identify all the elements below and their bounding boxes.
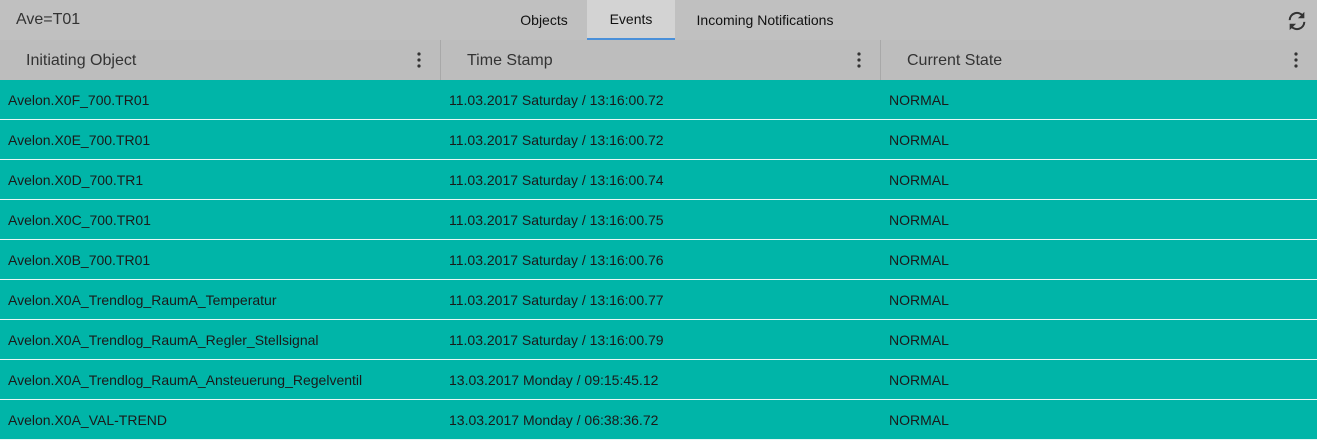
table-row[interactable]: Avelon.X0A_Trendlog_RaumA_Regler_Stellsi… — [0, 320, 1317, 360]
initiating-object-cell: Avelon.X0B_700.TR01 — [8, 251, 151, 268]
table-row[interactable]: Avelon.X0A_VAL-TREND 13.03.2017 Monday /… — [0, 400, 1317, 440]
current-state-cell: NORMAL — [889, 331, 949, 348]
current-state-cell: NORMAL — [889, 411, 949, 428]
column-header-label: Time Stamp — [467, 52, 553, 69]
time-stamp-cell: 13.03.2017 Monday / 06:38:36.72 — [449, 411, 659, 428]
time-stamp-cell: 11.03.2017 Saturday / 13:16:00.77 — [449, 291, 664, 308]
more-vert-icon[interactable] — [856, 52, 862, 68]
table-row[interactable]: Avelon.X0D_700.TR1 11.03.2017 Saturday /… — [0, 160, 1317, 200]
initiating-object-cell: Avelon.X0A_Trendlog_RaumA_Temperatur — [8, 291, 277, 308]
table-row[interactable]: Avelon.X0B_700.TR01 11.03.2017 Saturday … — [0, 240, 1317, 280]
initiating-object-cell: Avelon.X0F_700.TR01 — [8, 91, 150, 108]
table-row[interactable]: Avelon.X0E_700.TR01 11.03.2017 Saturday … — [0, 120, 1317, 160]
time-stamp-cell: 11.03.2017 Saturday / 13:16:00.79 — [449, 331, 664, 348]
top-bar: Ave=T01 Objects Events Incoming Notifica… — [0, 0, 1317, 40]
table-header: Initiating Object Time Stamp Current Sta… — [0, 40, 1317, 80]
current-state-cell: NORMAL — [889, 91, 949, 108]
current-state-cell: NORMAL — [889, 251, 949, 268]
tab-objects[interactable]: Objects — [501, 0, 587, 40]
more-vert-icon[interactable] — [1293, 52, 1299, 68]
current-state-cell: NORMAL — [889, 171, 949, 188]
column-header-initiating-object[interactable]: Initiating Object — [0, 40, 441, 80]
initiating-object-cell: Avelon.X0E_700.TR01 — [8, 131, 151, 148]
tab-incoming-notifications[interactable]: Incoming Notifications — [675, 0, 855, 40]
current-state-cell: NORMAL — [889, 211, 949, 228]
refresh-icon[interactable] — [1286, 10, 1308, 32]
time-stamp-cell: 11.03.2017 Saturday / 13:16:00.72 — [449, 131, 664, 148]
table-row[interactable]: Avelon.X0A_Trendlog_RaumA_Ansteuerung_Re… — [0, 360, 1317, 400]
tab-bar: Objects Events Incoming Notifications — [501, 0, 855, 40]
column-header-label: Current State — [907, 52, 1003, 69]
initiating-object-cell: Avelon.X0A_Trendlog_RaumA_Ansteuerung_Re… — [8, 371, 363, 388]
column-header-time-stamp[interactable]: Time Stamp — [441, 40, 881, 80]
current-state-cell: NORMAL — [889, 291, 949, 308]
initiating-object-cell: Avelon.X0C_700.TR01 — [8, 211, 151, 228]
time-stamp-cell: 11.03.2017 Saturday / 13:16:00.75 — [449, 211, 664, 228]
events-table-body: Avelon.X0F_700.TR01 11.03.2017 Saturday … — [0, 80, 1317, 440]
table-row[interactable]: Avelon.X0F_700.TR01 11.03.2017 Saturday … — [0, 80, 1317, 120]
initiating-object-cell: Avelon.X0A_Trendlog_RaumA_Regler_Stellsi… — [8, 331, 319, 348]
column-header-label: Initiating Object — [26, 52, 137, 69]
time-stamp-cell: 11.03.2017 Saturday / 13:16:00.74 — [449, 171, 664, 188]
time-stamp-cell: 11.03.2017 Saturday / 13:16:00.76 — [449, 251, 664, 268]
current-state-cell: NORMAL — [889, 371, 949, 388]
column-header-current-state[interactable]: Current State — [881, 40, 1317, 80]
initiating-object-cell: Avelon.X0D_700.TR1 — [8, 171, 144, 188]
initiating-object-cell: Avelon.X0A_VAL-TREND — [8, 411, 167, 428]
current-state-cell: NORMAL — [889, 131, 949, 148]
table-row[interactable]: Avelon.X0A_Trendlog_RaumA_Temperatur 11.… — [0, 280, 1317, 320]
table-row[interactable]: Avelon.X0C_700.TR01 11.03.2017 Saturday … — [0, 200, 1317, 240]
app-title: Ave=T01 — [16, 11, 81, 28]
time-stamp-cell: 11.03.2017 Saturday / 13:16:00.72 — [449, 91, 664, 108]
time-stamp-cell: 13.03.2017 Monday / 09:15:45.12 — [449, 371, 659, 388]
tab-events[interactable]: Events — [587, 0, 675, 40]
more-vert-icon[interactable] — [416, 52, 422, 68]
